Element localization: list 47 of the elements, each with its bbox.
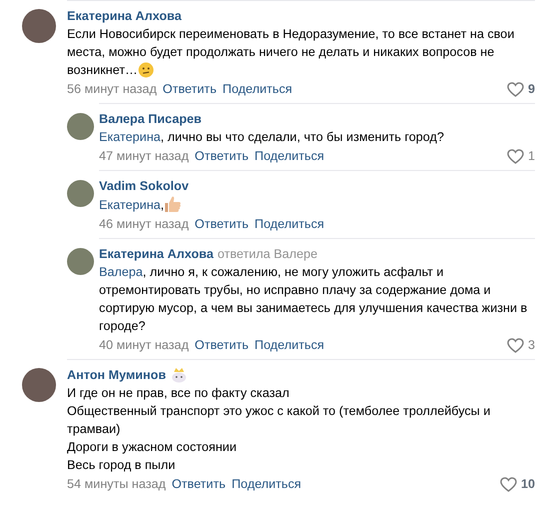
mention-link[interactable]: Валера [99, 265, 143, 279]
comment-text: Весь город в пыли [67, 457, 176, 474]
reply-link[interactable]: Ответить [194, 147, 249, 165]
heart-icon[interactable] [500, 476, 517, 492]
comment-text: Екатерина, [99, 195, 535, 214]
avatar-photo [22, 368, 56, 402]
author-link[interactable]: Антон Муминов [67, 366, 166, 384]
reply-link[interactable]: Ответить [172, 475, 226, 493]
share-link[interactable]: Поделиться [232, 475, 302, 493]
mention-link[interactable]: Екатерина [99, 198, 161, 212]
like-count: 3 [528, 337, 535, 354]
timestamp: 46 минут назад [99, 216, 189, 233]
author-link[interactable]: Валера Писарев [99, 110, 202, 128]
avatar-photo [67, 113, 94, 140]
like-count: 1 [528, 148, 535, 165]
like-count: 10 [520, 476, 535, 493]
timestamp: 47 минут назад [99, 148, 189, 165]
share-link[interactable]: Поделиться [254, 336, 324, 354]
comment-text: И где он не прав, все по факту сказал [67, 385, 290, 402]
reply-to-text: ответила Валере [217, 246, 318, 263]
share-link[interactable]: Поделиться [222, 80, 292, 98]
reply-link[interactable]: Ответить [162, 80, 217, 98]
share-link[interactable]: Поделиться [254, 215, 324, 233]
author-link[interactable]: Екатерина Алхова [99, 245, 214, 263]
author-link[interactable]: Vadim Sokolov [99, 177, 189, 195]
avatar-photo [22, 9, 56, 43]
comment-text: Если Новосибирск переименовать в Недоразумение, то все встанет на свои места, можно будет продолжать ничего не делать и никаких вопросов не возникнет… [67, 26, 516, 79]
heart-icon[interactable] [506, 338, 524, 352]
mention-link[interactable]: Екатерина [99, 130, 161, 144]
comment-text: Общественный транспорт это ужос с какой то (темболее троллейбусы и трамваи) [67, 403, 492, 438]
like-count: 9 [528, 81, 535, 98]
reply-link[interactable]: Ответить [194, 215, 249, 233]
confused-face-icon [138, 62, 154, 78]
comment-text: Валера, лично я, к сожалению, не могу уложить асфальт и отремонтировать трубы, но исправно плачу за содержание дома и сортирую мусор, а чем вы занимаетесь для улучшения качества жизни в городе? [99, 264, 528, 335]
reply-link[interactable]: Ответить [194, 336, 249, 354]
share-link[interactable]: Поделиться [254, 147, 324, 165]
heart-icon[interactable] [506, 148, 524, 164]
avatar-photo [67, 248, 94, 275]
heart-icon[interactable] [506, 82, 524, 96]
thumbs-up-icon [164, 195, 182, 213]
timestamp: 54 минуты назад [67, 476, 166, 493]
timestamp: 56 минут назад [67, 81, 157, 98]
author-link[interactable]: Екатерина Алхова [67, 7, 182, 25]
comment-text: Екатерина, лично вы что сделали, что бы изменить город? [99, 129, 445, 146]
comment-text: Дороги в ужасном состоянии [67, 439, 238, 456]
avatar-photo [67, 180, 94, 207]
timestamp: 40 минут назад [99, 337, 189, 354]
